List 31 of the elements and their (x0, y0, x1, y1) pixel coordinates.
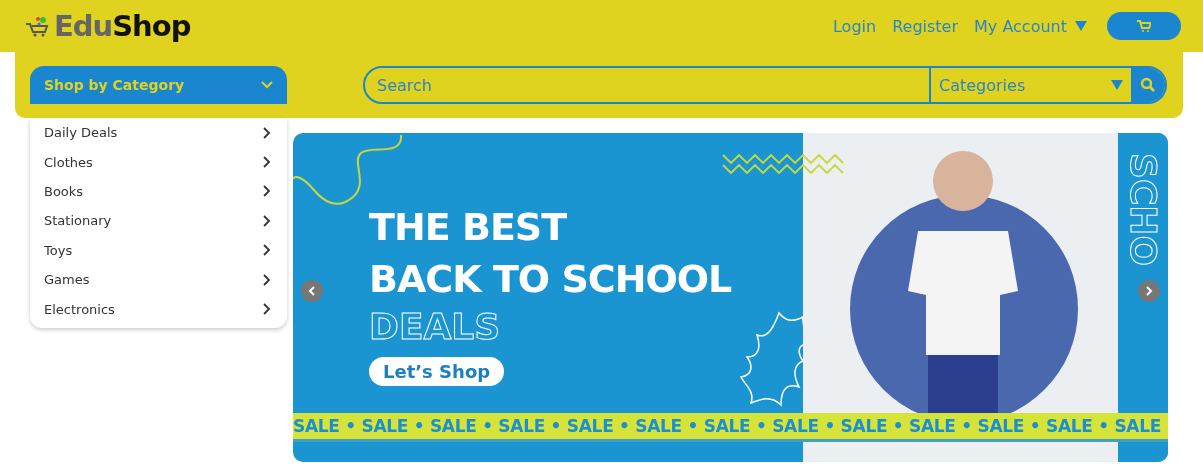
category-item[interactable]: Toys (30, 235, 287, 265)
category-item[interactable]: Daily Deals (30, 118, 287, 148)
logo-text[interactable]: EduShop (54, 9, 191, 43)
banner-headline: THE BEST BACK TO SCHOOL (369, 204, 733, 303)
chevron-right-icon (263, 244, 271, 257)
category-item[interactable]: Electronics (30, 294, 287, 324)
category-item[interactable]: Clothes (30, 147, 287, 177)
chevron-right-icon (263, 214, 271, 227)
caret-icon (1111, 80, 1123, 90)
chevron-left-icon (308, 286, 316, 296)
chevron-right-icon (1145, 286, 1153, 296)
chevron-right-icon (263, 303, 271, 316)
chevron-right-icon (263, 126, 271, 139)
chevron-icon (261, 81, 273, 89)
category-item[interactable]: Stationary (30, 206, 287, 236)
search-icon (1140, 77, 1156, 93)
banner-outline-text: DEALS (369, 305, 502, 349)
category-item[interactable]: Games (30, 264, 287, 295)
category-item[interactable]: Books (30, 176, 287, 207)
chevron-right-icon (263, 273, 271, 286)
caret-icon (1075, 21, 1087, 31)
lets-shop-button[interactable]: Let’s Shop (369, 357, 505, 386)
cart-button[interactable] (1107, 12, 1181, 40)
chevron-right-icon (263, 156, 271, 169)
sale-ribbon: SALE • SALE • SALE • SALE • SALE • SALE • SALE • SALE • SALE • SALE • SALE • SALE • SALE (293, 413, 1168, 442)
previous-slide-button[interactable] (301, 280, 323, 302)
cart-icon (1137, 20, 1151, 32)
search-button[interactable] (1131, 68, 1165, 102)
category-menu-title: Shop by Category (44, 77, 185, 93)
chevron-right-icon (263, 185, 271, 198)
vertical-outline-text: SCHO (1123, 153, 1163, 267)
